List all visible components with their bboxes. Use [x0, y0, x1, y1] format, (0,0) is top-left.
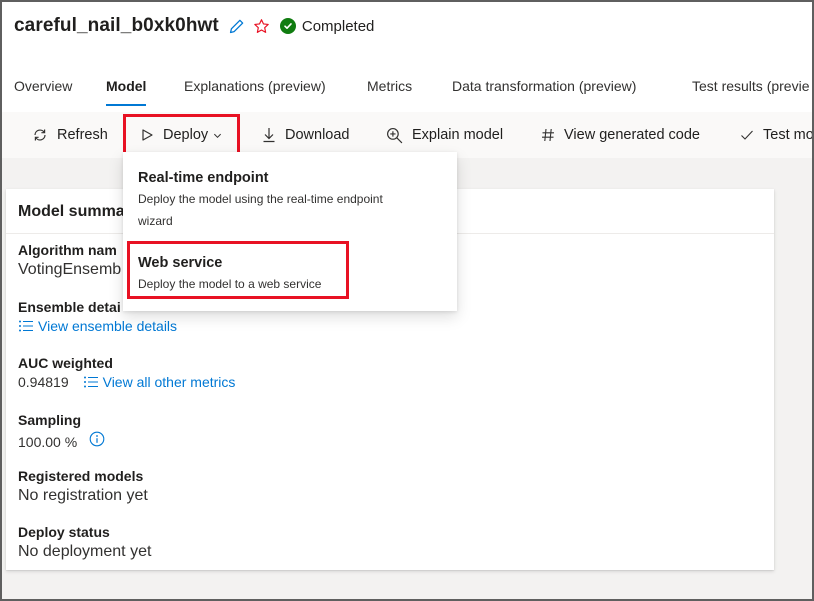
- auc-value: 0.94819: [18, 374, 69, 390]
- status-text: Completed: [301, 17, 375, 35]
- menu-item-desc-line2: wizard: [138, 214, 173, 228]
- chevron-down-icon: [214, 133, 222, 138]
- refresh-button[interactable]: Refresh: [32, 112, 108, 158]
- tab-bar: Overview Model Explanations (preview) Me…: [2, 64, 812, 108]
- menu-item-web-service[interactable]: Web service Deploy the model to a web se…: [138, 255, 438, 295]
- sampling-field: Sampling 100.00 %: [18, 412, 105, 452]
- app-frame: careful_nail_b0xk0hwt Completed Overview…: [0, 0, 814, 601]
- algorithm-label: Algorithm nam: [18, 242, 117, 258]
- test-model-label: Test mo: [763, 127, 814, 143]
- view-generated-code-label: View generated code: [564, 127, 700, 143]
- refresh-label: Refresh: [57, 127, 108, 143]
- view-ensemble-details-link[interactable]: View ensemble details: [18, 318, 177, 334]
- auc-field: AUC weighted 0.94819 View all other metr…: [18, 355, 235, 390]
- menu-item-desc-line1: Deploy the model to a web service: [138, 277, 322, 291]
- star-icon[interactable]: [253, 18, 270, 35]
- hash-icon: [542, 128, 554, 142]
- explain-model-label: Explain model: [412, 127, 504, 143]
- menu-item-title: Web service: [138, 255, 223, 271]
- view-all-metrics-label: View all other metrics: [102, 374, 236, 390]
- menu-item-title: Real-time endpoint: [138, 170, 269, 186]
- deploy-status-value: No deployment yet: [18, 543, 152, 560]
- algorithm-value: VotingEnsemb: [18, 261, 122, 278]
- bulleted-list-icon: [19, 320, 33, 332]
- menu-item-desc-line1: Deploy the model using the real-time end…: [138, 192, 383, 206]
- play-icon: [142, 129, 153, 141]
- tab-data-transformation[interactable]: Data transformation (preview): [452, 64, 636, 108]
- info-icon[interactable]: [89, 431, 105, 452]
- registered-models-value: No registration yet: [18, 487, 148, 504]
- registered-models-label: Registered models: [18, 468, 144, 484]
- tab-metrics[interactable]: Metrics: [367, 64, 412, 108]
- deploy-dropdown-menu: Real-time endpoint Deploy the model usin…: [123, 152, 457, 311]
- pencil-icon[interactable]: [228, 18, 245, 35]
- deploy-status-field: Deploy status No deployment yet: [18, 524, 151, 561]
- page-header: careful_nail_b0xk0hwt Completed: [14, 12, 374, 40]
- sampling-label: Sampling: [18, 412, 82, 428]
- checkmark-icon: [741, 130, 753, 140]
- tab-explanations[interactable]: Explanations (preview): [184, 64, 326, 108]
- bulleted-list-icon: [83, 376, 98, 388]
- tab-test-results[interactable]: Test results (previe: [692, 64, 809, 108]
- download-label: Download: [285, 127, 350, 143]
- algorithm-field: Algorithm nam VotingEnsemb: [18, 242, 121, 279]
- run-title: careful_nail_b0xk0hwt: [14, 15, 219, 36]
- refresh-icon: [34, 129, 46, 141]
- deploy-status-label: Deploy status: [18, 524, 110, 540]
- view-ensemble-details-label: View ensemble details: [38, 318, 178, 334]
- test-model-button[interactable]: Test mo: [740, 112, 814, 158]
- sampling-value: 100.00 %: [18, 433, 78, 450]
- zoom-in-icon: [387, 127, 403, 143]
- card-title: Model summa: [18, 203, 125, 220]
- deploy-label: Deploy: [163, 127, 209, 143]
- view-all-metrics-link[interactable]: View all other metrics: [83, 374, 236, 390]
- check-circle-icon: [279, 18, 296, 34]
- menu-item-real-time-endpoint[interactable]: Real-time endpoint Deploy the model usin…: [138, 170, 438, 232]
- view-generated-code-button[interactable]: View generated code: [541, 112, 700, 158]
- tab-overview[interactable]: Overview: [14, 64, 72, 108]
- tab-model[interactable]: Model: [106, 64, 147, 108]
- auc-label: AUC weighted: [18, 355, 113, 371]
- registered-models-field: Registered models No registration yet: [18, 468, 148, 505]
- menu-item-description: Deploy the model using the real-time end…: [138, 188, 438, 232]
- download-icon: [263, 128, 275, 143]
